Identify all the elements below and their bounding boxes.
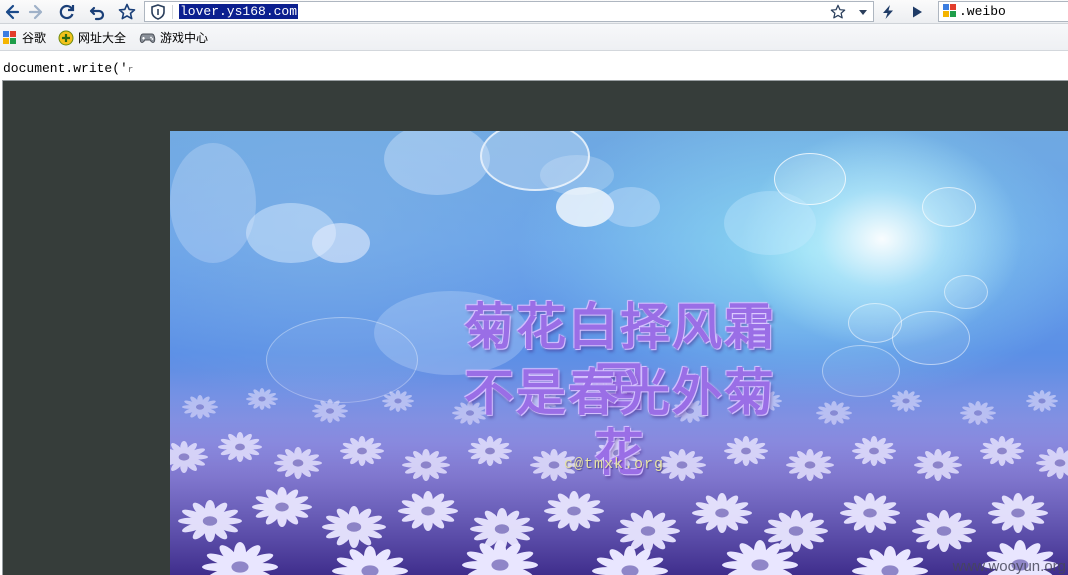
address-bar[interactable]: lover.ys168.com [144,1,874,22]
bokeh-circle [170,143,256,263]
code-text: document.write(' [3,61,128,76]
bookmark-label: 网址大全 [78,31,127,45]
bokeh-circle [944,275,988,309]
search-box[interactable]: .weibo [938,1,1068,22]
bookmark-label: 谷歌 [22,31,47,45]
bokeh-circle [540,155,614,195]
sites-directory-icon [58,30,74,46]
speed-mode-button[interactable] [877,1,899,23]
url-text[interactable]: lover.ys168.com [179,4,299,19]
back-button[interactable] [0,1,22,23]
arrow-left-icon [5,4,20,20]
bookmark-game-center[interactable]: 游戏中心 [139,29,208,46]
undo-button[interactable] [86,1,108,23]
bokeh-circle [724,191,816,255]
forward-button[interactable] [26,1,48,23]
bokeh-circle [384,131,490,195]
address-dropdown-button[interactable] [852,1,874,23]
refresh-button[interactable] [56,1,78,23]
address-divider [172,5,173,19]
search-text: .weibo [959,4,1006,19]
google-icon [2,30,18,46]
arrow-right-icon [28,4,43,20]
bookmark-google[interactable]: 谷歌 [2,29,46,46]
injected-code-text: document.write('r [3,61,133,78]
bookmark-star-icon[interactable] [830,4,846,24]
refresh-icon [59,4,75,20]
browser-toolbar: lover.ys168.com .weibo [0,0,1068,24]
shield-icon [150,4,166,24]
bokeh-circle [602,187,660,227]
favorite-button[interactable] [116,1,138,23]
google-icon [943,4,957,24]
play-icon [913,6,922,18]
broken-image-glyph: r [127,65,134,75]
credit-text: c@tmxk.org [564,456,665,473]
bookmarks-bar: 谷歌 网址大全 游戏中心 [0,24,1068,51]
gamepad-icon [139,31,156,45]
chrysanthemum-banner-image: 菊花白择风霜国 不是春光外菊花 c@tmxk.org [170,131,1068,575]
bookmark-sites-directory[interactable]: 网址大全 [58,29,126,46]
go-button[interactable] [906,1,928,23]
star-icon [118,3,136,20]
bokeh-circle [922,187,976,227]
bokeh-circle [312,223,370,263]
watermark-text: www.wooyun.org [952,558,1066,575]
lightning-icon [883,5,893,19]
caret-down-icon [859,10,867,15]
bokeh-circle [892,311,970,365]
bookmark-label: 游戏中心 [160,31,209,45]
undo-icon [89,6,105,21]
